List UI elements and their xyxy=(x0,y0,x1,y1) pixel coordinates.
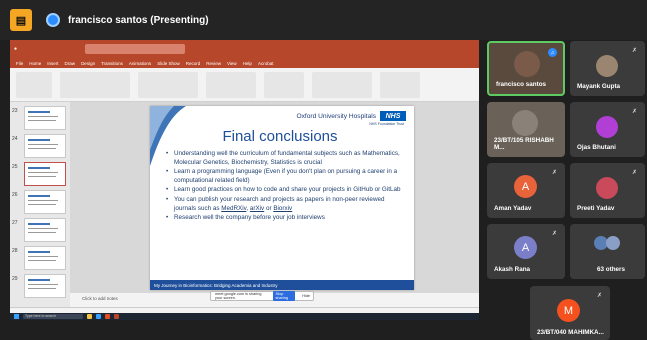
mic-muted-icon: ✗ xyxy=(551,231,557,237)
ppt-tab[interactable]: Acrobat xyxy=(258,61,274,66)
ribbon-group[interactable] xyxy=(138,71,198,98)
windows-taskbar: Type here to search xyxy=(10,313,479,320)
participant-name: 23/BT/105 RISHABH M... xyxy=(494,137,554,151)
meeting-top-bar: ▤ francisco santos (Presenting) xyxy=(0,0,647,40)
slide-thumbnail[interactable] xyxy=(24,274,66,298)
ppt-tab[interactable]: View xyxy=(227,61,237,66)
participant-initial-avatar: A xyxy=(514,175,537,198)
taskbar-search[interactable]: Type here to search xyxy=(23,314,83,319)
nhs-logo: NHS xyxy=(380,111,406,121)
presentation-icon[interactable]: ▤ xyxy=(10,9,32,31)
ppt-tab[interactable]: Record xyxy=(186,61,201,66)
chrome-icon[interactable] xyxy=(105,314,110,319)
mic-muted-icon: ✗ xyxy=(631,170,637,176)
powerpoint-icon[interactable] xyxy=(114,314,119,319)
stop-sharing-button[interactable]: Stop sharing xyxy=(272,291,296,301)
ribbon-group[interactable] xyxy=(380,71,420,98)
mic-muted-icon: ✗ xyxy=(631,109,637,115)
slide-footer: My Journey in Bioinformatics: Bridging A… xyxy=(150,280,414,290)
others-count: 63 others xyxy=(597,266,625,273)
current-slide[interactable]: Oxford University Hospitals NHS NHS Foun… xyxy=(150,106,414,290)
screen-sharing-bar: meet.google.com is sharing your screen. … xyxy=(210,291,314,301)
autosave-toggle[interactable]: ● xyxy=(14,46,17,52)
participant-name: Mayank Gupta xyxy=(577,83,621,90)
ppt-tab[interactable]: Transitions xyxy=(101,61,123,66)
presenting-title: francisco santos (Presenting) xyxy=(68,14,209,26)
windows-start-icon[interactable] xyxy=(14,314,19,319)
presenter-avatar xyxy=(46,13,60,27)
bullet-item: Learn good practices on how to code and … xyxy=(166,186,406,195)
mic-muted-icon: ✗ xyxy=(551,170,557,176)
others-avatar xyxy=(606,236,620,250)
sharing-message: meet.google.com is sharing your screen. xyxy=(215,292,262,300)
slide-thumbnail-pane: 23 24 25 26 27 28 29 xyxy=(10,102,70,307)
others-tile[interactable]: 63 others xyxy=(570,224,645,279)
link-medrxiv[interactable]: MedRXiv xyxy=(221,205,246,212)
ppt-tab[interactable]: Animations xyxy=(129,61,151,66)
participant-name: Akash Rana xyxy=(494,266,531,273)
participant-name: francisco santos xyxy=(496,81,547,88)
mic-muted-icon: ✗ xyxy=(631,48,637,54)
hide-button[interactable]: Hide xyxy=(299,293,313,299)
ppt-tab[interactable]: Help xyxy=(243,61,252,66)
participant-tile[interactable]: ✗ M 23/BT/040 MAHIMKA... xyxy=(530,286,610,340)
slide-thumbnail[interactable] xyxy=(24,218,66,242)
ppt-tab[interactable]: Draw xyxy=(65,61,76,66)
trust-name: NHS Foundation Trust xyxy=(369,122,404,126)
shared-screen: ● File Home Insert Draw Design Transitio… xyxy=(10,40,479,320)
link-biorxiv[interactable]: Biorxiv xyxy=(273,205,292,212)
edge-icon[interactable] xyxy=(96,314,101,319)
participant-tile[interactable]: ✗ Ojas Bhutani xyxy=(570,102,645,157)
participant-tile[interactable]: ✗ A Aman Yadav xyxy=(487,163,565,218)
bullet-item: Learn a programming language (Even if yo… xyxy=(166,168,406,185)
bullet-item: You can publish your research and projec… xyxy=(166,196,406,213)
participant-tile[interactable]: ✗ Preeti Yadav xyxy=(570,163,645,218)
org-name: Oxford University Hospitals xyxy=(296,113,376,120)
mic-muted-icon: ✗ xyxy=(596,293,602,299)
slide-thumbnail[interactable] xyxy=(24,134,66,158)
participant-tile[interactable]: 23/BT/105 RISHABH M... xyxy=(487,102,565,157)
participant-avatar xyxy=(596,116,618,138)
slide-title: Final conclusions xyxy=(222,128,338,145)
ribbon-group[interactable] xyxy=(264,71,304,98)
ppt-tab[interactable]: Insert xyxy=(47,61,58,66)
ppt-tab[interactable]: Slide Show xyxy=(157,61,180,66)
speaking-indicator-icon: ♫ xyxy=(548,48,557,57)
participant-tile[interactable]: ✗ A Akash Rana xyxy=(487,224,565,279)
slide-thumbnail[interactable] xyxy=(24,246,66,270)
participant-photo xyxy=(512,110,538,136)
participant-tile[interactable]: ✗ Mayank Gupta xyxy=(570,41,645,96)
ppt-ribbon xyxy=(10,68,479,102)
file-explorer-icon[interactable] xyxy=(87,314,92,319)
ppt-tab[interactable]: Design xyxy=(81,61,95,66)
slide-canvas: Oxford University Hospitals NHS NHS Foun… xyxy=(70,102,479,307)
ppt-tab[interactable]: Review xyxy=(206,61,221,66)
participant-tile[interactable]: ♫ francisco santos xyxy=(487,41,565,96)
ribbon-group[interactable] xyxy=(206,71,256,98)
participant-name: Preeti Yadav xyxy=(577,205,615,212)
participant-name: Aman Yadav xyxy=(494,205,532,212)
participant-avatar xyxy=(596,55,618,77)
bullet-item: Research well the company before your jo… xyxy=(166,214,406,223)
powerpoint-title-bar: ● xyxy=(10,40,479,58)
participant-initial-avatar: A xyxy=(514,236,537,259)
participant-name: Ojas Bhutani xyxy=(577,144,616,151)
ppt-tab[interactable]: File xyxy=(16,61,23,66)
ppt-tab[interactable]: Home xyxy=(29,61,41,66)
participant-initial-avatar: M xyxy=(557,299,580,322)
bullet-item: Understanding well the curriculum of fun… xyxy=(166,150,406,167)
ribbon-group[interactable] xyxy=(312,71,372,98)
ppt-ribbon-tabs: File Home Insert Draw Design Transitions… xyxy=(10,58,479,68)
ribbon-group[interactable] xyxy=(16,71,52,98)
slide-thumbnail[interactable] xyxy=(24,190,66,214)
participant-name: 23/BT/040 MAHIMKA... xyxy=(537,329,604,336)
slide-thumbnail-selected[interactable] xyxy=(24,162,66,186)
slide-bullet-list: Understanding well the curriculum of fun… xyxy=(166,150,406,224)
slide-thumbnail[interactable] xyxy=(24,106,66,130)
ribbon-group[interactable] xyxy=(60,71,130,98)
ppt-search-box[interactable] xyxy=(85,44,186,54)
link-arxiv[interactable]: arXiv xyxy=(250,205,264,212)
participant-avatar xyxy=(596,177,618,199)
participant-photo xyxy=(514,51,540,77)
